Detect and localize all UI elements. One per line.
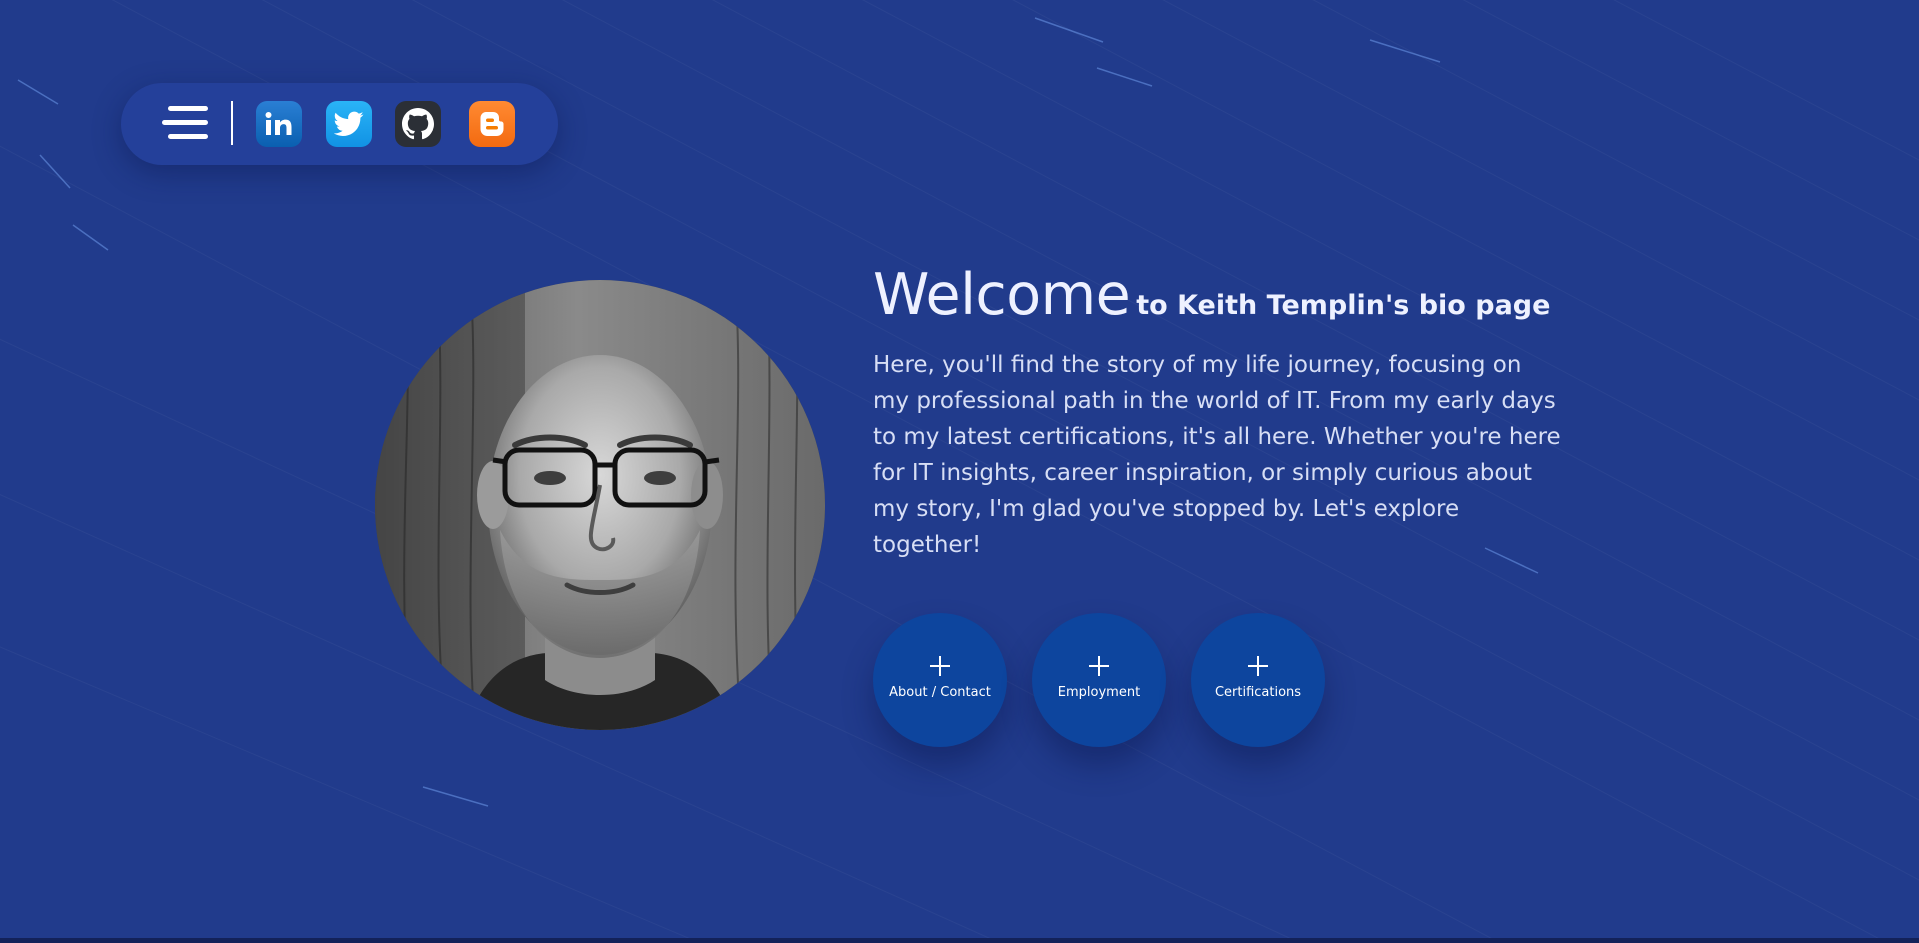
welcome-subtitle: to Keith Templin's bio page <box>1136 290 1551 321</box>
welcome-title: Welcome <box>873 262 1131 328</box>
welcome-heading: Welcome to Keith Templin's bio page <box>873 262 1633 328</box>
certifications-label: Certifications <box>1214 685 1302 700</box>
linkedin-icon[interactable] <box>256 101 302 147</box>
intro-paragraph: Here, you'll find the story of my life j… <box>873 352 1561 558</box>
certifications-button[interactable]: Certifications <box>1191 613 1325 747</box>
footer-strip <box>0 938 1919 943</box>
about-contact-button[interactable]: About / Contact <box>873 613 1007 747</box>
github-octocat-icon[interactable] <box>395 101 441 147</box>
plus-icon <box>1032 651 1166 681</box>
plus-icon <box>873 651 1007 681</box>
employment-label: Employment <box>1057 685 1141 700</box>
profile-photo <box>375 280 825 730</box>
about-contact-label: About / Contact <box>889 685 991 700</box>
employment-button[interactable]: Employment <box>1032 613 1166 747</box>
nav-divider <box>231 101 233 145</box>
hamburger-menu-icon[interactable] <box>162 103 208 143</box>
twitter-bird-icon[interactable] <box>326 101 372 147</box>
blogger-icon[interactable] <box>469 101 515 147</box>
plus-icon <box>1191 651 1325 681</box>
